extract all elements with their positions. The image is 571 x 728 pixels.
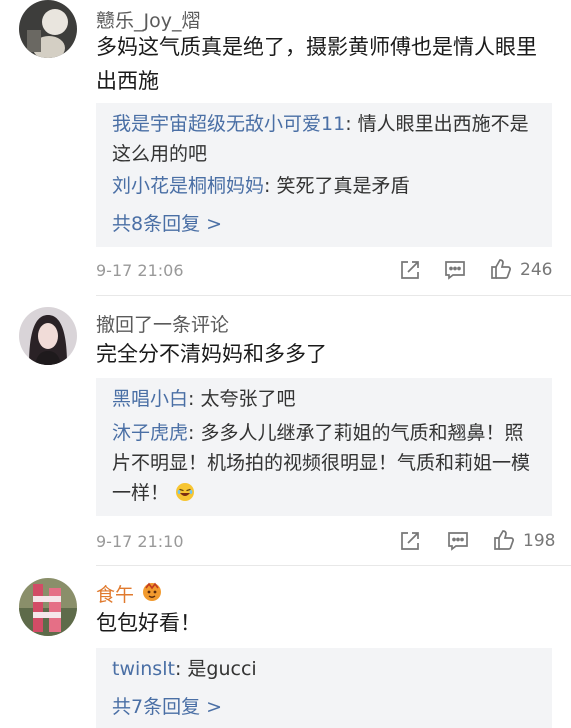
more-replies-link[interactable]: 共8条回复 >: [112, 209, 222, 236]
reply-username[interactable]: 黑唱小白: [112, 388, 188, 410]
comment-text: 完全分不清妈妈和多多了: [96, 342, 327, 366]
reply: 我是宇宙超级无敌小可爱11: 情人眼里出西施不是这么用的吧: [112, 109, 540, 169]
like-count: 246: [520, 260, 553, 280]
reply: 沐子虎虎: 多多人儿继承了莉姐的气质和翘鼻！照片不明显！机场拍的视频很明显！气质…: [112, 418, 540, 511]
username[interactable]: 食午: [96, 580, 134, 607]
share-icon[interactable]: [399, 259, 421, 285]
comment-text: 多妈这气质真是绝了，摄影黄师傅也是情人眼里出西施: [96, 35, 537, 93]
more-replies-link[interactable]: 共7条回复 >: [112, 692, 222, 719]
laughing-emoji-icon: [175, 481, 195, 511]
reply-text: 是gucci: [187, 658, 257, 680]
like-count: 198: [523, 531, 556, 551]
comment-text: 包包好看！: [96, 611, 201, 635]
reply-box: 我是宇宙超级无敌小可爱11: 情人眼里出西施不是这么用的吧 刘小花是桐桐妈妈: …: [96, 103, 552, 247]
like-icon[interactable]: [492, 528, 516, 556]
comment-3: 食午 包包好看！ twinslt: 是gucci 共7条回复 >: [0, 570, 571, 728]
username[interactable]: 戆乐_Joy_熠: [96, 6, 200, 33]
reply: 黑唱小白: 太夸张了吧: [112, 384, 540, 414]
reply-username[interactable]: 沐子虎虎: [112, 422, 188, 444]
reply-box: twinslt: 是gucci 共7条回复 >: [96, 648, 552, 728]
like-icon[interactable]: [489, 257, 513, 285]
comment-icon[interactable]: [444, 259, 466, 285]
reply-box: 黑唱小白: 太夸张了吧 沐子虎虎: 多多人儿继承了莉姐的气质和翘鼻！照片不明显！…: [96, 378, 552, 516]
reply-username[interactable]: 刘小花是桐桐妈妈: [112, 175, 264, 197]
timestamp: 9-17 21:10: [96, 532, 184, 551]
reply-separator: :: [188, 388, 201, 410]
avatar[interactable]: [19, 578, 77, 636]
comment-2: 撤回了一条评论 完全分不清妈妈和多多了 黑唱小白: 太夸张了吧 沐子虎虎: 多多…: [0, 300, 571, 566]
divider: [96, 565, 571, 566]
reply-separator: :: [188, 422, 201, 444]
comment-1: 戆乐_Joy_熠 多妈这气质真是绝了，摄影黄师傅也是情人眼里出西施 我是宇宙超级…: [0, 0, 571, 296]
reply-username[interactable]: 我是宇宙超级无敌小可爱11: [112, 113, 345, 135]
reply-separator: :: [264, 175, 277, 197]
reply-separator: :: [345, 113, 358, 135]
avatar[interactable]: [19, 0, 77, 58]
reply-text: 太夸张了吧: [200, 388, 296, 410]
reply: 刘小花是桐桐妈妈: 笑死了真是矛盾: [112, 171, 540, 201]
reply-username[interactable]: twinslt: [112, 658, 175, 680]
timestamp: 9-17 21:06: [96, 261, 184, 280]
reply: twinslt: 是gucci: [112, 654, 540, 684]
share-icon[interactable]: [399, 530, 421, 556]
reply-separator: :: [174, 658, 188, 680]
comment-icon[interactable]: [447, 530, 469, 556]
badge-icon: [142, 582, 162, 602]
reply-text: 笑死了真是矛盾: [276, 175, 410, 197]
divider: [96, 295, 571, 296]
avatar[interactable]: [19, 307, 77, 365]
username[interactable]: 撤回了一条评论: [96, 310, 229, 337]
